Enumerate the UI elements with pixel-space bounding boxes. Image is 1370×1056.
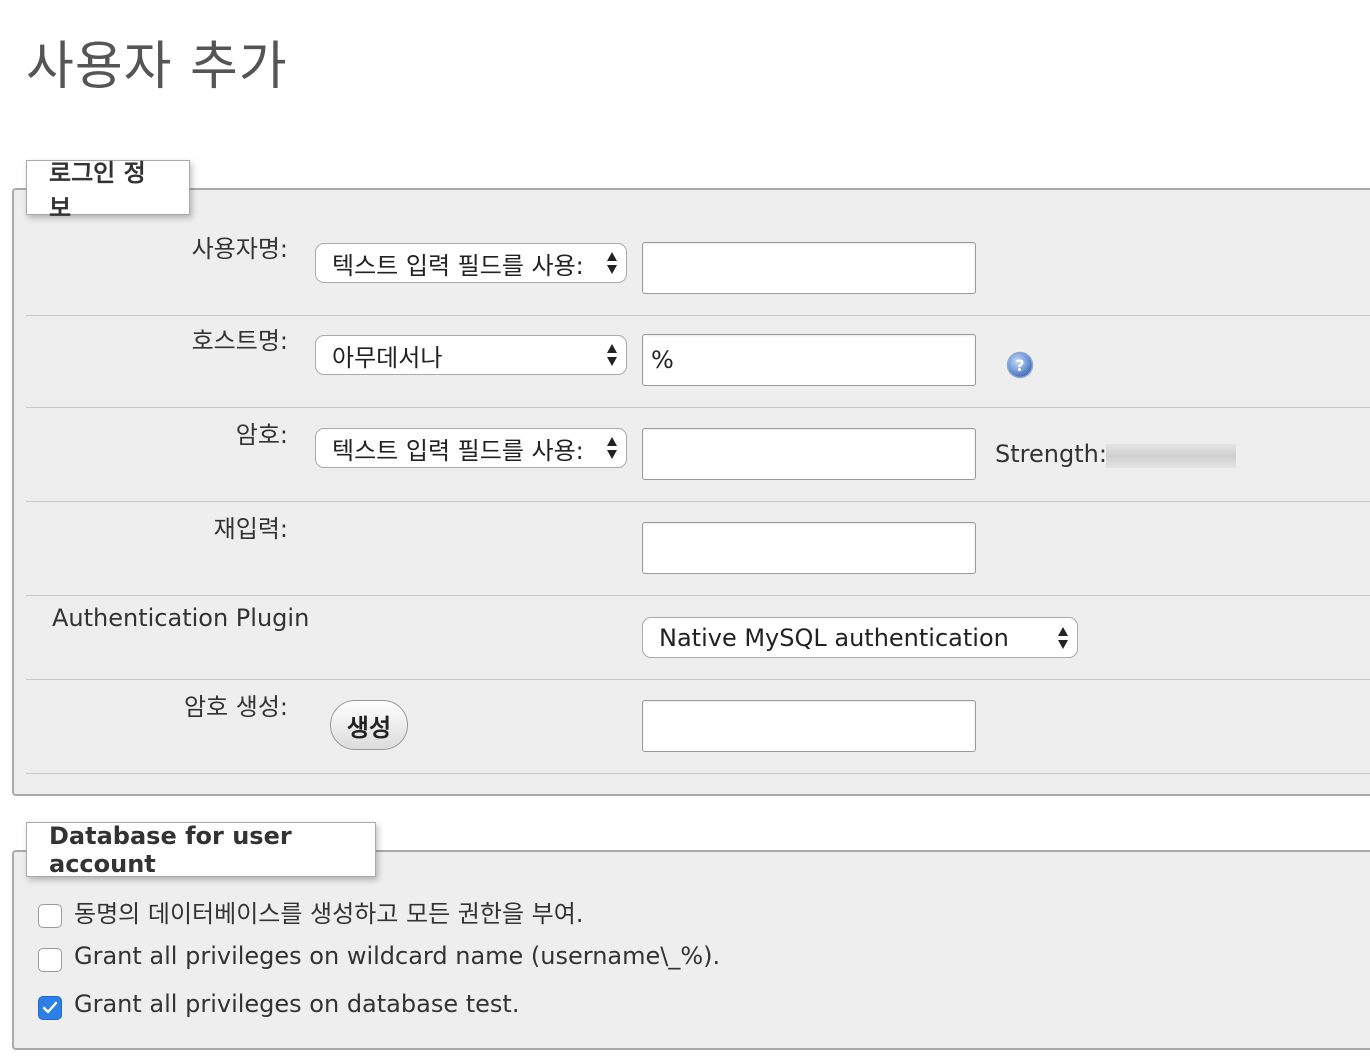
auth-plugin-select[interactable]: Native MySQL authentication [642,617,1078,658]
retype-password-input[interactable] [642,522,976,574]
auth-plugin-label: Authentication Plugin [52,604,310,632]
hostname-input[interactable]: % [642,334,976,386]
database-legend: Database for user account [26,822,376,878]
page-title: 사용자 추가 [26,37,288,97]
strength-label: Strength: [995,440,1107,468]
wildcard-privileges-label: Grant all privileges on wildcard name (u… [74,942,721,970]
row-divider [26,679,1370,680]
password-input[interactable] [642,428,976,480]
generate-password-button[interactable]: 생성 [330,700,408,750]
row-divider [26,315,1370,316]
row-divider [26,501,1370,502]
wildcard-privileges-checkbox[interactable] [38,948,62,972]
db-test-privileges-label: Grant all privileges on database test. [74,990,520,1018]
create-db-checkbox[interactable] [38,903,62,928]
create-db-label: 동명의 데이터베이스를 생성하고 모든 권한을 부여. [74,900,584,928]
username-input[interactable] [642,242,976,294]
wildcard-privileges-option[interactable]: Grant all privileges on wildcard name (u… [38,942,721,972]
generate-password-label: 암호 생성: [183,693,288,721]
auth-plugin-select-value: Native MySQL authentication [659,623,1009,652]
row-divider [26,773,1370,774]
generated-password-input[interactable] [642,700,976,752]
retype-label: 재입력: [213,515,288,543]
row-divider [26,595,1370,596]
select-arrows-icon [607,437,617,459]
password-label: 암호: [235,421,288,449]
hostname-type-select[interactable]: 아무데서나 [315,335,627,375]
checkmark-icon [42,1001,58,1014]
create-db-option[interactable]: 동명의 데이터베이스를 생성하고 모든 권한을 부여. [38,894,583,929]
username-type-select[interactable]: 텍스트 입력 필드를 사용: [315,243,627,283]
row-divider [26,407,1370,408]
strength-meter [1106,444,1236,468]
db-test-privileges-checkbox[interactable] [38,996,62,1020]
hostname-type-select-value: 아무데서나 [332,343,443,372]
username-type-select-value: 텍스트 입력 필드를 사용: [332,251,584,280]
select-arrows-icon [607,252,617,274]
svg-text:?: ? [1015,356,1024,375]
help-icon[interactable]: ? [1006,351,1034,379]
password-type-select[interactable]: 텍스트 입력 필드를 사용: [315,428,627,468]
select-arrows-icon [607,344,617,366]
login-info-legend: 로그인 정보 [26,159,190,222]
username-label: 사용자명: [191,235,288,263]
select-arrows-icon [1058,626,1068,649]
hostname-label: 호스트명: [191,327,288,355]
password-type-select-value: 텍스트 입력 필드를 사용: [332,436,584,465]
db-test-privileges-option[interactable]: Grant all privileges on database test. [38,990,520,1020]
